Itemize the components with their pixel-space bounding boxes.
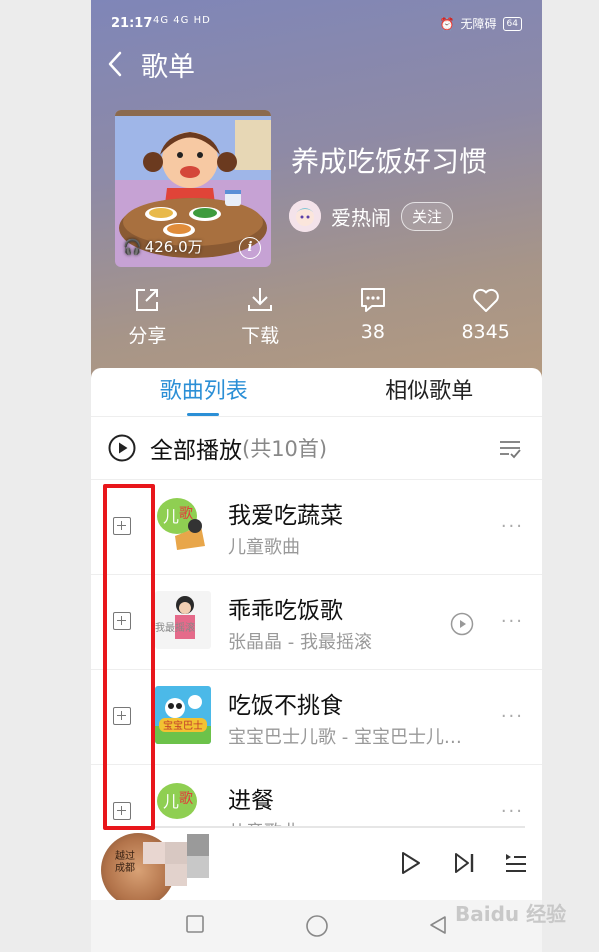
recent-apps-icon[interactable]	[185, 914, 205, 934]
highlight-box	[103, 484, 155, 830]
page-title: 歌单	[141, 51, 195, 83]
tab-bar: 歌曲列表 相似歌单	[91, 368, 542, 417]
song-thumbnail: 儿歌	[155, 496, 211, 554]
next-track-icon[interactable]	[451, 850, 477, 876]
watermark: Baidu 经验	[455, 902, 567, 926]
more-icon[interactable]: ···	[501, 516, 524, 537]
favorite-button[interactable]: 8345	[429, 285, 542, 348]
back-nav-icon[interactable]	[427, 914, 449, 936]
list-item[interactable]: 我最摇滚 乖乖吃饭歌 张晶晶 - 我最摇滚 ···	[91, 575, 542, 670]
creator-name[interactable]: 爱热闹	[331, 202, 391, 231]
mini-player[interactable]: 越过 成都	[91, 826, 542, 907]
play-all-row[interactable]: 全部播放 (共10首)	[91, 417, 542, 480]
playlist-cover[interactable]: 🎧 426.0万 i	[115, 110, 271, 267]
share-label: 分享	[128, 325, 167, 347]
svg-text:歌: 歌	[179, 506, 193, 522]
svg-text:我最摇滚: 我最摇滚	[155, 621, 195, 634]
avatar-image	[289, 200, 321, 232]
play-circle-icon	[108, 434, 136, 462]
play-count: 🎧 426.0万	[123, 236, 203, 257]
play-all-label: 全部播放	[150, 438, 242, 464]
song-info-obscured	[143, 834, 223, 890]
share-icon	[136, 289, 159, 311]
download-label: 下载	[241, 325, 280, 347]
headphones-icon: 🎧	[123, 237, 142, 256]
info-icon[interactable]: i	[239, 237, 261, 259]
battery-icon: 64	[502, 16, 522, 31]
song-panel: 歌曲列表 相似歌单 全部播放 (共10首) 儿歌 我爱吃蔬菜 儿童歌曲 ···	[91, 368, 542, 952]
song-count: (共10首)	[242, 437, 328, 461]
phone-screen: 21:17 4G 4G HD ⏰ 无障碍 64 歌单 🎧 426.0万 i 养成…	[91, 0, 542, 952]
accessibility-label: 无障碍	[460, 17, 497, 31]
playlist-header: 21:17 4G 4G HD ⏰ 无障碍 64 歌单 🎧 426.0万 i 养成…	[91, 0, 542, 380]
creator-avatar[interactable]	[289, 200, 321, 232]
status-time: 21:17	[111, 16, 153, 31]
multi-select-icon[interactable]	[498, 437, 522, 461]
heart-icon	[472, 288, 499, 312]
action-bar: 分享 下载 38 8345	[91, 285, 542, 348]
tab-similar-playlists[interactable]: 相似歌单	[317, 368, 543, 416]
song-thumbnail: 我最摇滚	[155, 591, 211, 649]
home-icon[interactable]	[305, 914, 329, 938]
more-icon[interactable]: ···	[501, 611, 524, 632]
song-title: 我爱吃蔬菜	[228, 503, 343, 529]
more-icon[interactable]: ···	[501, 706, 524, 727]
song-artist: 张晶晶 - 我最摇滚	[228, 632, 372, 653]
tab-song-list[interactable]: 歌曲列表	[91, 368, 317, 416]
svg-text:儿: 儿	[163, 792, 179, 811]
play-count-value: 426.0万	[144, 238, 203, 256]
svg-text:宝宝巴士: 宝宝巴士	[163, 719, 203, 732]
song-list: 儿歌 我爱吃蔬菜 儿童歌曲 ··· 我最摇滚 乖乖吃饭歌 张晶晶 - 我最摇滚 …	[91, 480, 542, 860]
list-item[interactable]: 宝宝巴士 吃饭不挑食 宝宝巴士儿歌 - 宝宝巴士儿… ···	[91, 670, 542, 765]
more-icon[interactable]: ···	[501, 801, 524, 822]
download-button[interactable]: 下载	[204, 285, 317, 348]
playlist-title: 养成吃饭好习惯	[291, 145, 488, 178]
comment-button[interactable]: 38	[317, 285, 430, 348]
chevron-left-icon	[108, 51, 122, 77]
play-icon[interactable]	[397, 850, 423, 876]
share-button[interactable]: 分享	[91, 285, 204, 348]
svg-text:儿: 儿	[163, 507, 179, 526]
song-artist: 儿童歌曲	[228, 537, 300, 558]
status-bar: 21:17 4G 4G HD ⏰ 无障碍 64	[91, 0, 542, 48]
song-artist: 宝宝巴士儿歌 - 宝宝巴士儿…	[228, 727, 462, 748]
follow-button[interactable]: 关注	[401, 201, 454, 231]
svg-text:歌: 歌	[179, 791, 193, 807]
back-button[interactable]	[107, 42, 129, 86]
comment-count: 38	[360, 321, 385, 343]
alarm-icon: ⏰	[439, 16, 455, 31]
song-title: 乖乖吃饭歌	[228, 598, 343, 624]
nav-bar: 歌单	[107, 42, 195, 86]
download-icon	[248, 288, 273, 311]
signal-icon: 4G 4G HD	[153, 15, 211, 26]
playlist-queue-icon[interactable]	[503, 850, 529, 876]
song-title: 进餐	[228, 788, 274, 814]
song-thumbnail: 宝宝巴士	[155, 686, 211, 744]
comment-icon	[360, 288, 385, 312]
creator-row: 爱热闹 关注	[289, 200, 454, 232]
list-item[interactable]: 儿歌 我爱吃蔬菜 儿童歌曲 ···	[91, 480, 542, 575]
song-title: 吃饭不挑食	[228, 693, 343, 719]
playback-progress-bar	[148, 826, 525, 828]
favorite-count: 8345	[461, 321, 510, 343]
disc-label: 越过 成都	[115, 851, 135, 874]
mv-play-icon[interactable]	[450, 612, 474, 636]
